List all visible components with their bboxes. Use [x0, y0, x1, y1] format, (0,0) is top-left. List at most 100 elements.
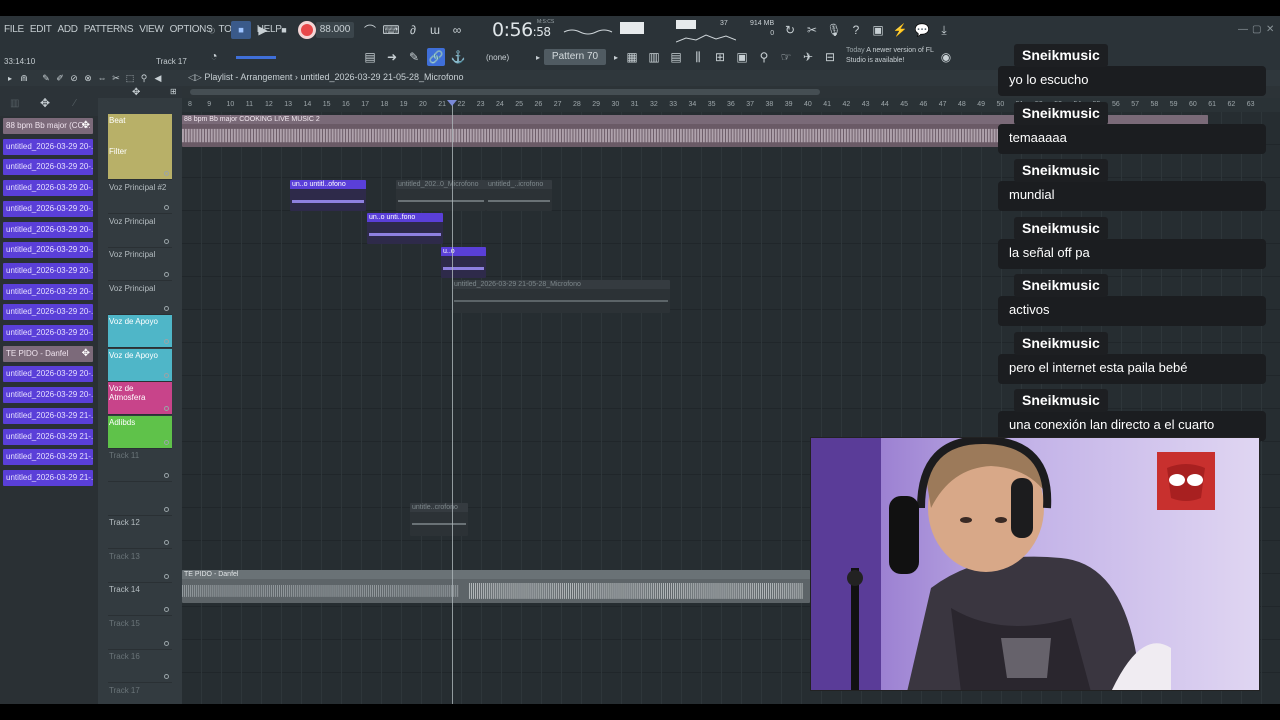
download-icon[interactable]: ⤓: [936, 22, 952, 38]
picker-item[interactable]: untitled_2026-03-29 20-...: [3, 366, 93, 383]
mixer-icon[interactable]: ✂: [804, 22, 820, 38]
scrollbar-thumb[interactable]: [190, 89, 820, 95]
pattern-next-icon[interactable]: ▸: [608, 49, 624, 65]
track-mute-led[interactable]: [164, 272, 169, 277]
playlist-arrows-icon[interactable]: ◁▷: [188, 72, 202, 82]
track-mute-led[interactable]: [164, 238, 169, 244]
update-notice[interactable]: Today A newer version of FL Studio is av…: [846, 46, 946, 66]
magnet-icon[interactable]: ⋒: [16, 70, 32, 86]
step-edit-icon[interactable]: ∂: [405, 22, 421, 38]
track-header[interactable]: Voz de Atmosfera: [108, 382, 172, 415]
master-volume-slider[interactable]: [236, 56, 276, 59]
stamp-icon[interactable]: ⚓: [450, 49, 466, 65]
picker-item[interactable]: untitled_2026-03-29 20-...: [3, 387, 93, 404]
minimize-icon[interactable]: —: [1238, 24, 1248, 35]
menu-add[interactable]: ADD: [58, 24, 79, 35]
save-icon[interactable]: ▣: [870, 22, 886, 38]
pencil-tool-icon[interactable]: ✎: [406, 49, 422, 65]
master-pitch-dial-icon[interactable]: ◔: [206, 48, 222, 64]
picker-move-icon[interactable]: ✥: [82, 346, 90, 362]
track-grid-icon[interactable]: ⊞: [170, 87, 177, 96]
track-mute-led[interactable]: [164, 171, 169, 176]
picker-item[interactable]: untitled_2026-03-29 21-...: [3, 449, 93, 466]
track-mute-led[interactable]: [164, 439, 169, 445]
track-header[interactable]: Beat Filter: [108, 114, 172, 180]
menu-view[interactable]: VIEW: [139, 24, 164, 35]
picker-item[interactable]: untitled_2026-03-29 20-...: [3, 200, 93, 217]
piano-roll-icon[interactable]: ▤: [362, 49, 378, 65]
piano-roll-view-icon[interactable]: ▤: [668, 49, 684, 65]
picker-item[interactable]: untitled_2026-03-29 20-...: [3, 221, 93, 238]
channel-rack-icon[interactable]: ▥: [646, 49, 662, 65]
track-mute-led[interactable]: [164, 372, 169, 378]
track-mute-led[interactable]: [164, 674, 169, 679]
browser-icon[interactable]: ⊞: [712, 49, 728, 65]
loop-record-icon[interactable]: ∞: [449, 22, 465, 38]
stop-button[interactable]: ■: [276, 22, 292, 38]
track-header[interactable]: Track 14: [108, 583, 172, 616]
picker-item[interactable]: untitled_2026-03-29 21-...: [3, 469, 93, 486]
track-header[interactable]: Voz de Apoyo: [108, 315, 172, 348]
pattern-selector[interactable]: Pattern 70: [544, 49, 606, 65]
track-mute-led[interactable]: [164, 640, 169, 646]
track-header[interactable]: Track 16: [108, 650, 172, 683]
picker-item[interactable]: untitled_2026-03-29 21-...: [3, 407, 93, 424]
track-mute-led[interactable]: [164, 339, 169, 344]
chat-icon[interactable]: 💬: [914, 22, 930, 38]
picker-item[interactable]: untitled_2026-03-29 20-...: [3, 304, 93, 321]
track-mute-led[interactable]: [164, 506, 169, 512]
song-mode-toggle[interactable]: ◼: [231, 21, 251, 39]
track-mute-led[interactable]: [164, 607, 169, 612]
snap-selector[interactable]: (none): [486, 53, 509, 62]
track-mute-led[interactable]: [164, 540, 169, 545]
picker-item[interactable]: 88 bpm Bb major (CO... ✥: [3, 118, 93, 134]
plugin-icon[interactable]: ⚡: [892, 22, 908, 38]
plugin-picker-icon[interactable]: ⚲: [756, 49, 772, 65]
refresh-icon[interactable]: ↻: [782, 22, 798, 38]
playback-tool-icon[interactable]: ◀: [150, 70, 166, 86]
track-mute-led[interactable]: [164, 573, 169, 579]
touch-icon[interactable]: ☞: [778, 49, 794, 65]
picker-item[interactable]: untitled_2026-03-29 20-...: [3, 325, 93, 341]
menu-file[interactable]: FILE: [4, 24, 24, 35]
voice-clip-4[interactable]: un..o unti..fono: [367, 213, 443, 244]
play-button[interactable]: ▶: [255, 22, 271, 38]
track-mute-led[interactable]: [164, 406, 169, 411]
picker-item[interactable]: untitled_2026-03-29 20-...: [3, 262, 93, 279]
picker-edit-icon[interactable]: ⁄: [74, 98, 76, 109]
voice-clip-5[interactable]: u..o: [441, 247, 486, 278]
menu-edit[interactable]: EDIT: [30, 24, 52, 35]
microphone-icon[interactable]: 🎙: [826, 22, 842, 38]
track-header[interactable]: Track 11: [108, 449, 172, 482]
picker-move-icon[interactable]: ✥: [40, 96, 50, 110]
track-mute-led[interactable]: [164, 305, 169, 311]
track-header[interactable]: Voz Principal #2: [108, 181, 172, 214]
picker-item[interactable]: untitled_2026-03-29 20-...: [3, 283, 93, 300]
blend-recording-icon[interactable]: ɯ: [427, 22, 443, 38]
track-header[interactable]: [108, 483, 172, 516]
voice-clip-1[interactable]: un..o untitl..ofono: [290, 180, 366, 211]
project-icon[interactable]: ▣: [734, 49, 750, 65]
record-button[interactable]: [298, 21, 316, 39]
track-header[interactable]: Track 13: [108, 550, 172, 583]
restore-icon[interactable]: ▢: [1252, 24, 1261, 35]
te-pido-audio-clip[interactable]: TE PIDO - Danfel: [182, 570, 810, 603]
voice-clip-7[interactable]: untitle..crofono: [410, 503, 468, 536]
shop-icon[interactable]: ⊟: [822, 49, 838, 65]
picker-list-icon[interactable]: ▥: [10, 98, 19, 109]
picker-item[interactable]: untitled_2026-03-29 20-...: [3, 138, 93, 155]
track-header[interactable]: Voz Principal: [108, 215, 172, 248]
voice-clip-2[interactable]: untitled_202..0_Microfono: [396, 180, 486, 211]
tempo-tapper-icon[interactable]: ✈: [800, 49, 816, 65]
track-header[interactable]: Track 12: [108, 516, 172, 549]
track-mute-led[interactable]: [164, 473, 169, 478]
typing-keyboard-icon[interactable]: ⌨: [382, 22, 399, 38]
track-header[interactable]: Voz de Apoyo: [108, 348, 172, 382]
playhead-marker[interactable]: [452, 100, 453, 704]
arrow-tool-icon[interactable]: ➜: [384, 49, 400, 65]
track-header[interactable]: Track 15: [108, 617, 172, 650]
help-icon[interactable]: ?: [848, 22, 864, 38]
playlist-icon[interactable]: ▦: [624, 49, 640, 65]
track-header[interactable]: Voz Principal: [108, 282, 172, 315]
voice-clip-6[interactable]: untitled_2026-03-29 21-05-28_Microfono: [452, 280, 670, 313]
